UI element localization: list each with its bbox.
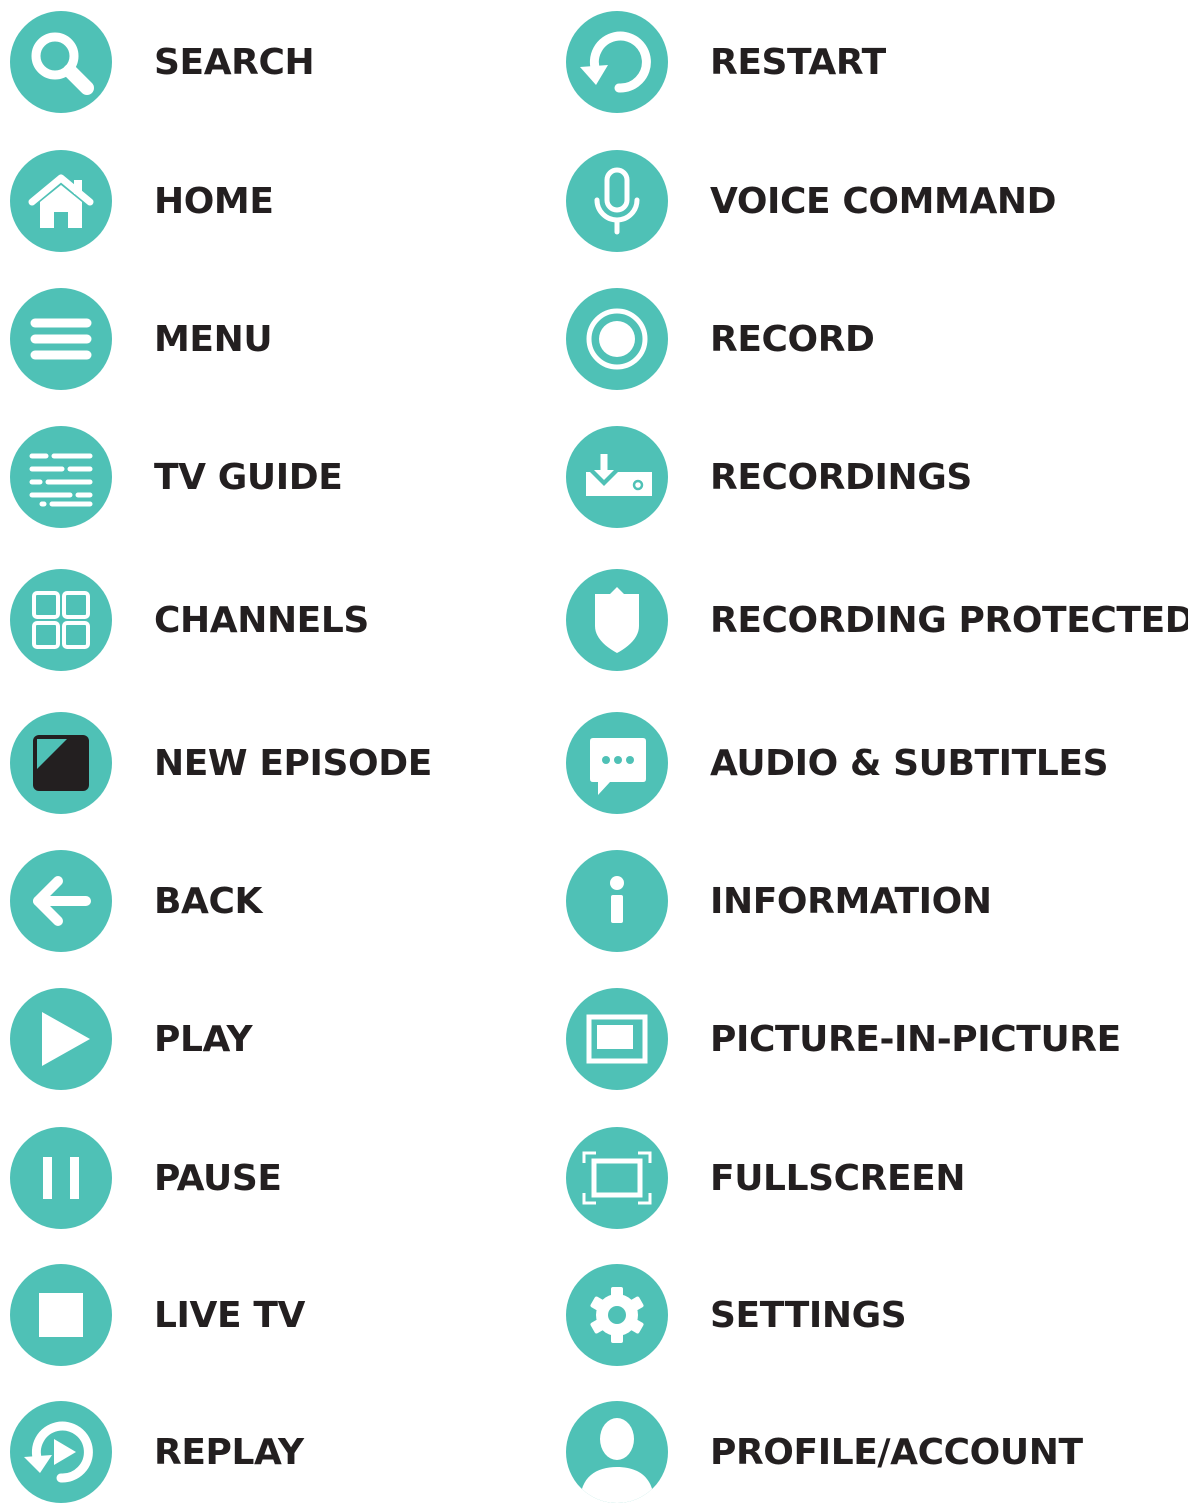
restart-icon <box>566 11 668 113</box>
back-arrow-icon <box>10 850 112 952</box>
legend-label: PROFILE/ACCOUNT <box>710 1431 1083 1473</box>
legend-item-pause: PAUSE <box>10 1126 282 1230</box>
speech-bubble-icon <box>566 712 668 814</box>
legend-label: PICTURE-IN-PICTURE <box>710 1018 1121 1060</box>
picture-in-picture-icon <box>566 988 668 1090</box>
legend-item-record: RECORD <box>566 287 875 391</box>
legend-item-fullscreen: FULLSCREEN <box>566 1126 965 1230</box>
home-icon <box>10 150 112 252</box>
legend-item-menu: MENU <box>10 287 273 391</box>
legend-item-home: HOME <box>10 149 274 253</box>
legend-label: RESTART <box>710 41 886 83</box>
legend-label: CHANNELS <box>154 599 369 641</box>
legend-item-information: INFORMATION <box>566 849 992 953</box>
legend-label: NEW EPISODE <box>154 742 432 784</box>
legend-item-picture-in-picture: PICTURE-IN-PICTURE <box>566 987 1121 1091</box>
record-icon <box>566 288 668 390</box>
legend-item-tv-guide: TV GUIDE <box>10 425 343 529</box>
legend-item-replay: REPLAY <box>10 1400 304 1504</box>
channels-icon <box>10 569 112 671</box>
legend-label: BACK <box>154 880 263 922</box>
replay-icon <box>10 1401 112 1503</box>
legend-label: LIVE TV <box>154 1294 305 1336</box>
legend-item-channels: CHANNELS <box>10 568 369 672</box>
legend-label: AUDIO & SUBTITLES <box>710 742 1109 784</box>
search-icon <box>10 11 112 113</box>
legend-item-play: PLAY <box>10 987 253 1091</box>
legend-label: SEARCH <box>154 41 315 83</box>
legend-item-settings: SETTINGS <box>566 1263 907 1367</box>
fullscreen-icon <box>566 1127 668 1229</box>
legend-item-profile-account: PROFILE/ACCOUNT <box>566 1400 1083 1504</box>
menu-icon <box>10 288 112 390</box>
legend-item-search: SEARCH <box>10 10 315 114</box>
profile-icon <box>566 1401 668 1503</box>
legend-label: PLAY <box>154 1018 253 1060</box>
recordings-icon <box>566 426 668 528</box>
legend-label: INFORMATION <box>710 880 992 922</box>
legend-label: MENU <box>154 318 273 360</box>
shield-icon <box>566 569 668 671</box>
live-tv-icon <box>10 1264 112 1366</box>
microphone-icon <box>566 150 668 252</box>
gear-icon <box>566 1264 668 1366</box>
legend-item-voice-command: VOICE COMMAND <box>566 149 1057 253</box>
info-icon <box>566 850 668 952</box>
legend-label: PAUSE <box>154 1157 282 1199</box>
legend-label: HOME <box>154 180 274 222</box>
play-icon <box>10 988 112 1090</box>
legend-item-recordings: RECORDINGS <box>566 425 972 529</box>
pause-icon <box>10 1127 112 1229</box>
legend-label: TV GUIDE <box>154 456 343 498</box>
legend-label: RECORDING PROTECTED <box>710 599 1188 641</box>
legend-label: RECORDINGS <box>710 456 972 498</box>
legend-item-restart: RESTART <box>566 10 886 114</box>
legend-label: SETTINGS <box>710 1294 907 1336</box>
legend-item-audio-subtitles: AUDIO & SUBTITLES <box>566 711 1109 815</box>
legend-item-live-tv: LIVE TV <box>10 1263 305 1367</box>
legend-item-new-episode: NEW EPISODE <box>10 711 432 815</box>
new-episode-icon <box>10 712 112 814</box>
legend-label: RECORD <box>710 318 875 360</box>
legend-item-recording-protected: RECORDING PROTECTED <box>566 568 1188 672</box>
legend-label: FULLSCREEN <box>710 1157 966 1199</box>
legend-label: VOICE COMMAND <box>710 180 1057 222</box>
legend-item-back: BACK <box>10 849 262 953</box>
tv-guide-icon <box>10 426 112 528</box>
legend-label: REPLAY <box>154 1431 304 1473</box>
